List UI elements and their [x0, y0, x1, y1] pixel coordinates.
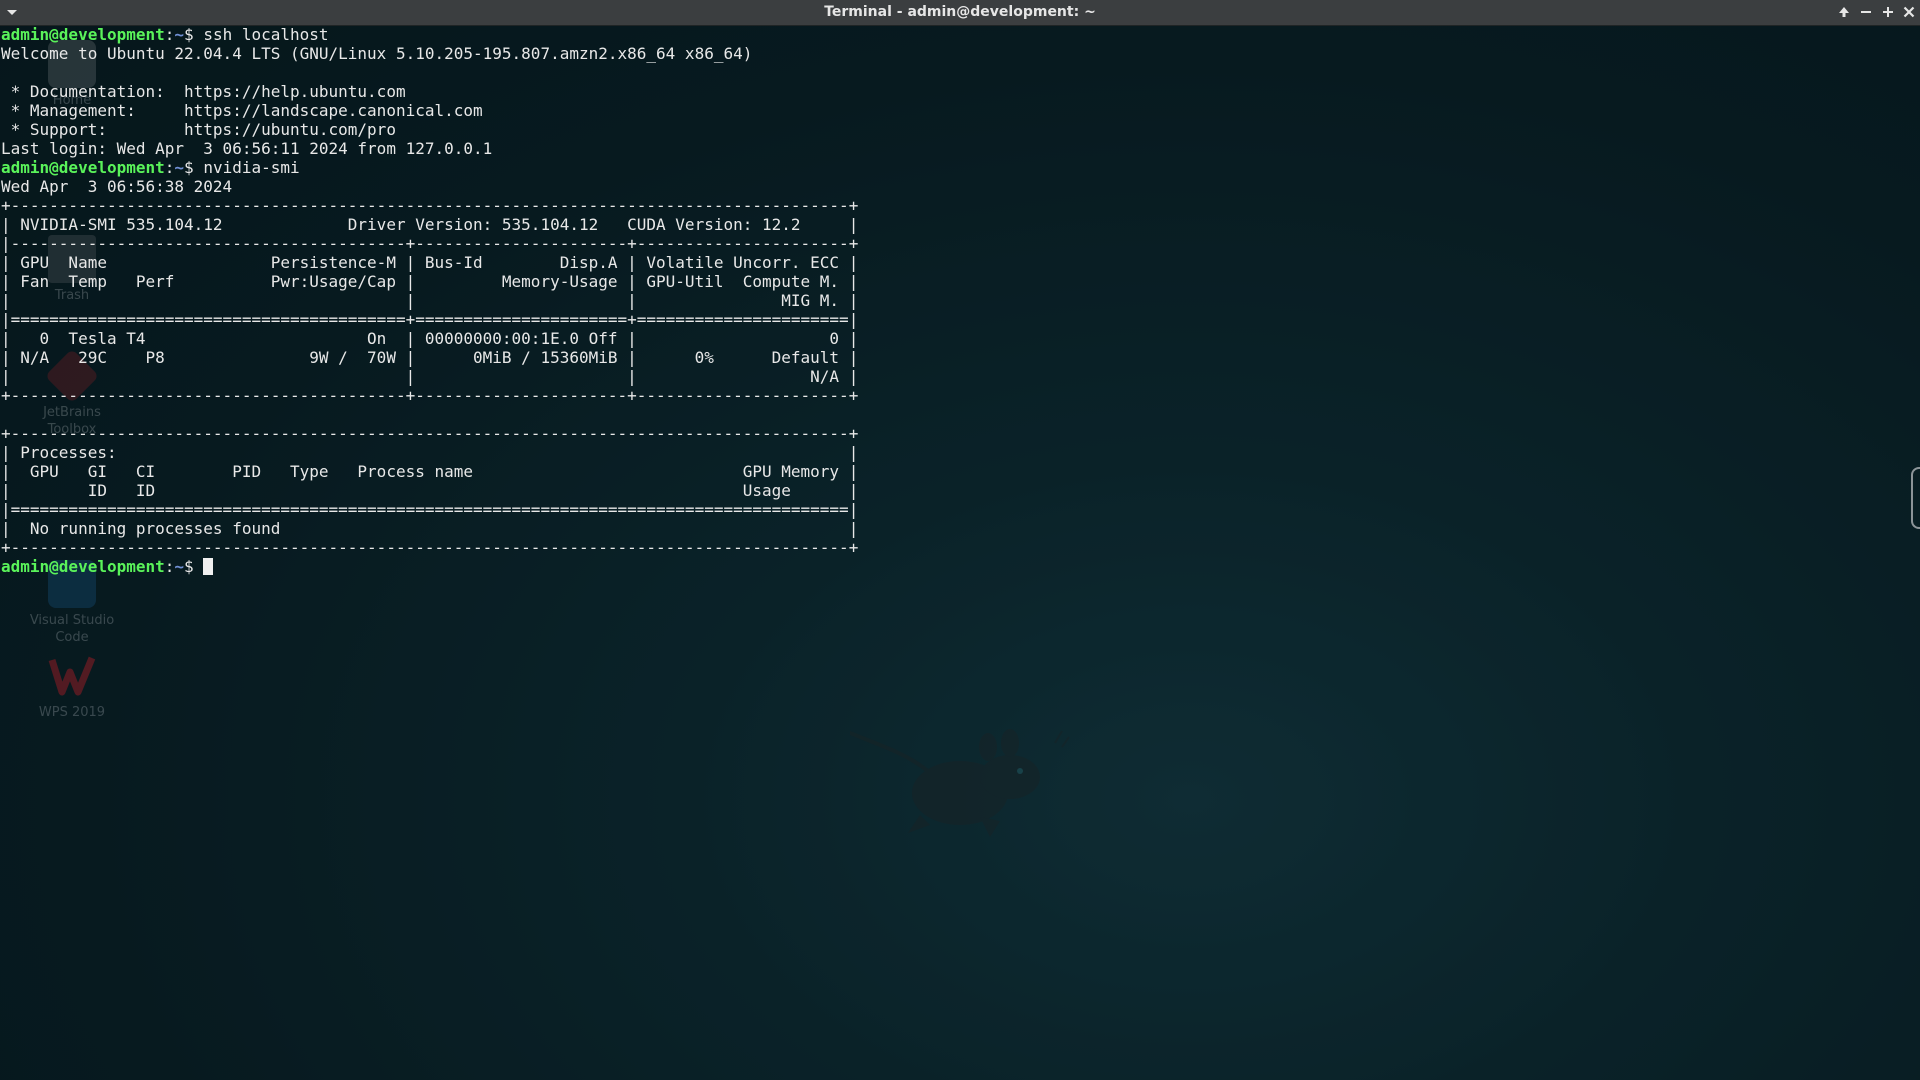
terminal-line: Last login: Wed Apr 3 06:56:11 2024 from… [1, 139, 493, 158]
prompt-sign: $ [184, 158, 204, 177]
terminal-line: | No running processes found | [1, 519, 859, 538]
terminal-line: | 0 Tesla T4 On | 00000000:00:1E.0 Off |… [1, 329, 859, 348]
window-titlebar[interactable]: Terminal - admin@development: ~ [0, 0, 1920, 26]
terminal-line: +---------------------------------------… [1, 424, 859, 443]
command-text: ssh localhost [203, 25, 329, 44]
terminal-line: | GPU Name Persistence-M | Bus-Id Disp.A… [1, 253, 859, 272]
terminal-line: Welcome to Ubuntu 22.04.4 LTS (GNU/Linux… [1, 44, 753, 63]
terminal-line-prompt: admin@development:~$ [1, 557, 858, 576]
maximize-button[interactable] [1878, 2, 1898, 22]
prompt-path: ~ [174, 158, 185, 177]
terminal-line: +---------------------------------------… [1, 538, 859, 557]
minimize-icon [1861, 11, 1871, 13]
terminal-line: * Documentation: https://help.ubuntu.com [1, 82, 406, 101]
prompt-user-host: admin@development [1, 25, 165, 44]
terminal-line: | | | N/A | [1, 367, 859, 386]
prompt-sign: $ [184, 25, 204, 44]
terminal-line-prompt: admin@development:~$ ssh localhost [1, 25, 329, 44]
terminal-line: | | | MIG M. | [1, 291, 859, 310]
terminal-line: | GPU GI CI PID Type Process name GPU Me… [1, 462, 859, 481]
terminal-line: | NVIDIA-SMI 535.104.12 Driver Version: … [1, 215, 859, 234]
terminal-line: Wed Apr 3 06:56:38 2024 [1, 177, 233, 196]
terminal-line-prompt: admin@development:~$ nvidia-smi [1, 158, 300, 177]
terminal-output: admin@development:~$ ssh localhost Welco… [1, 25, 858, 576]
terminal-line: |=======================================… [1, 310, 859, 329]
side-panel-handle[interactable] [1911, 467, 1920, 529]
shade-up-icon [1839, 7, 1849, 17]
terminal-line: |---------------------------------------… [1, 234, 859, 253]
prompt-path: ~ [174, 25, 185, 44]
terminal-line: * Management: https://landscape.canonica… [1, 101, 483, 120]
terminal-line: +---------------------------------------… [1, 386, 859, 405]
prompt-user-host: admin@development [1, 158, 165, 177]
prompt-path: ~ [174, 557, 185, 576]
text-cursor[interactable] [203, 558, 214, 575]
close-icon [1903, 6, 1915, 18]
terminal-line: | Fan Temp Perf Pwr:Usage/Cap | Memory-U… [1, 272, 859, 291]
shade-button[interactable] [1834, 2, 1854, 22]
terminal-line: * Support: https://ubuntu.com/pro [1, 120, 396, 139]
terminal-line: | N/A 29C P8 9W / 70W | 0MiB / 15360MiB … [1, 348, 859, 367]
minimize-button[interactable] [1856, 2, 1876, 22]
close-button[interactable] [1899, 2, 1919, 22]
prompt-user-host: admin@development [1, 557, 165, 576]
window-title: Terminal - admin@development: ~ [824, 4, 1096, 20]
desktop-screen: Home Trash JetBrains Toolbox Visual Stud… [0, 0, 1920, 1080]
terminal-line: |=======================================… [1, 500, 859, 519]
command-text: nvidia-smi [203, 158, 300, 177]
terminal-line: +---------------------------------------… [1, 196, 859, 215]
terminal-area[interactable]: admin@development:~$ ssh localhost Welco… [0, 25, 1920, 1080]
prompt-sign: $ [184, 557, 204, 576]
maximize-icon [1883, 7, 1893, 17]
terminal-line: | Processes: | [1, 443, 859, 462]
terminal-line: | ID ID Usage | [1, 481, 859, 500]
